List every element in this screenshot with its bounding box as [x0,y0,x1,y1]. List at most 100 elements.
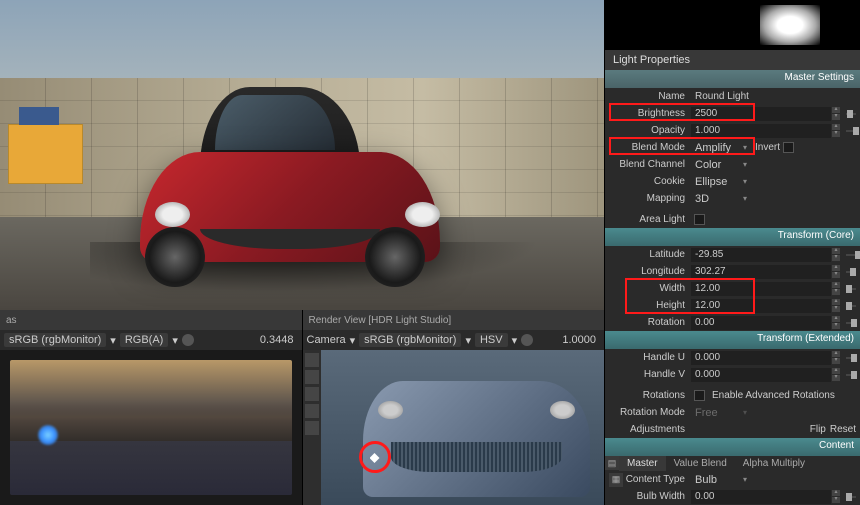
mapping-label: Mapping [609,193,691,204]
bulbwidth-label: Bulb Width [609,491,691,502]
tool-move-icon[interactable] [305,387,319,401]
rotation-slider[interactable] [846,322,856,324]
env-map-viewport[interactable] [0,350,302,505]
opacity-label: Opacity [609,125,691,136]
opacity-input[interactable] [691,124,831,138]
tab-value-blend[interactable]: Value Blend [666,456,735,471]
light-properties-title: Light Properties [605,50,860,70]
blendchannel-dropdown[interactable]: Color [691,158,751,172]
latitude-label: Latitude [609,249,691,260]
spinner-up-icon[interactable]: ▴ [832,282,840,288]
section-transform-extended: Transform (Extended) [605,331,860,349]
content-menu-icon[interactable]: ▦ [609,473,623,487]
longitude-input[interactable] [691,265,831,279]
light-preview-thumb [605,0,860,50]
rv-mode-dropdown[interactable]: HSV [475,333,508,347]
colorspace-dropdown[interactable]: sRGB (rgbMonitor) [4,333,106,347]
spinner-up-icon[interactable]: ▴ [832,124,840,130]
bulbwidth-input[interactable] [691,490,831,504]
longitude-slider[interactable] [846,271,856,273]
spinner-up-icon[interactable]: ▴ [832,316,840,322]
env-light-marker[interactable] [38,425,58,445]
spinner-down-icon[interactable]: ▾ [832,306,840,312]
height-label: Height [609,300,691,311]
rotation-label: Rotation [609,317,691,328]
brightness-label: Brightness [609,108,691,119]
tool-rotate-icon[interactable] [305,370,319,384]
tab-collapse-icon[interactable]: ▤ [605,456,619,470]
longitude-label: Longitude [609,266,691,277]
render-view-header: Render View [HDR Light Studio] [303,310,605,330]
handlev-input[interactable] [691,368,831,382]
spinner-down-icon[interactable]: ▾ [832,323,840,329]
brightness-slider[interactable] [846,113,856,115]
spinner-up-icon[interactable]: ▴ [832,107,840,113]
handlev-slider[interactable] [846,374,856,376]
render-toolbar: Camera ▾ sRGB (rgbMonitor) ▾ HSV ▾ 1.000… [303,330,605,350]
bulbwidth-slider[interactable] [846,496,856,498]
toolbar-value: 0.3448 [260,334,298,346]
spinner-down-icon[interactable]: ▾ [832,255,840,261]
main-render-viewport[interactable] [0,0,605,310]
spinner-down-icon[interactable]: ▾ [832,272,840,278]
rv-toolbar-value: 1.0000 [562,334,600,346]
tool-light-icon[interactable] [305,421,319,435]
spinner-up-icon[interactable]: ▴ [832,490,840,496]
handleu-slider[interactable] [846,357,856,359]
tab-master[interactable]: Master [619,456,666,471]
spinner-up-icon[interactable]: ▴ [832,368,840,374]
arealight-label: Area Light [609,214,691,225]
height-input[interactable] [691,299,831,313]
reset-button: Reset [826,424,856,435]
render-view-panel: Render View [HDR Light Studio] Camera ▾ … [303,310,606,505]
env-panel-header: as [0,310,302,330]
arealight-checkbox[interactable] [694,214,705,225]
gear-icon[interactable] [521,334,533,346]
spinner-down-icon[interactable]: ▾ [832,375,840,381]
blendmode-dropdown[interactable]: Amplify [691,141,751,155]
contenttype-dropdown[interactable]: Bulb [691,473,751,487]
cookie-dropdown[interactable]: Ellipse [691,175,751,189]
name-value[interactable]: Round Light [691,91,749,102]
channel-dropdown[interactable]: RGB(A) [120,333,169,347]
rv-colorspace-dropdown[interactable]: sRGB (rgbMonitor) [359,333,461,347]
env-toolbar: sRGB (rgbMonitor) ▾ RGB(A) ▾ 0.3448 [0,330,302,350]
rotationmode-dropdown: Free [691,406,751,420]
cookie-label: Cookie [609,176,691,187]
opacity-slider[interactable] [846,130,856,132]
name-label: Name [609,91,691,102]
height-slider[interactable] [846,305,856,307]
spinner-down-icon[interactable]: ▾ [832,358,840,364]
spinner-down-icon[interactable]: ▾ [832,497,840,503]
scene-truck [8,124,83,184]
contenttype-label: Content Type [625,474,691,485]
brightness-input[interactable] [691,107,831,121]
render-viewport[interactable] [321,350,605,505]
spinner-down-icon[interactable]: ▾ [832,131,840,137]
spinner-down-icon[interactable]: ▾ [832,114,840,120]
spinner-down-icon[interactable]: ▾ [832,289,840,295]
latitude-slider[interactable] [846,254,856,256]
spinner-up-icon[interactable]: ▴ [832,248,840,254]
spinner-up-icon[interactable]: ▴ [832,265,840,271]
spinner-up-icon[interactable]: ▴ [832,351,840,357]
width-input[interactable] [691,282,831,296]
rotation-input[interactable] [691,316,831,330]
latitude-input[interactable] [691,248,831,262]
tool-scale-icon[interactable] [305,404,319,418]
rotations-checkbox[interactable] [694,390,705,401]
tool-pointer-icon[interactable] [305,353,319,367]
tab-alpha-multiply[interactable]: Alpha Multiply [735,456,813,471]
spinner-up-icon[interactable]: ▴ [832,299,840,305]
gear-icon[interactable] [182,334,194,346]
flip-button: Flip [806,424,826,435]
width-slider[interactable] [846,288,856,290]
scene-car [120,87,460,287]
rotationmode-label: Rotation Mode [609,407,691,418]
handleu-input[interactable] [691,351,831,365]
mapping-dropdown[interactable]: 3D [691,192,751,206]
annotation-circle [359,441,391,473]
section-transform-core: Transform (Core) [605,228,860,246]
invert-checkbox[interactable] [783,142,794,153]
tool-column [303,350,321,505]
